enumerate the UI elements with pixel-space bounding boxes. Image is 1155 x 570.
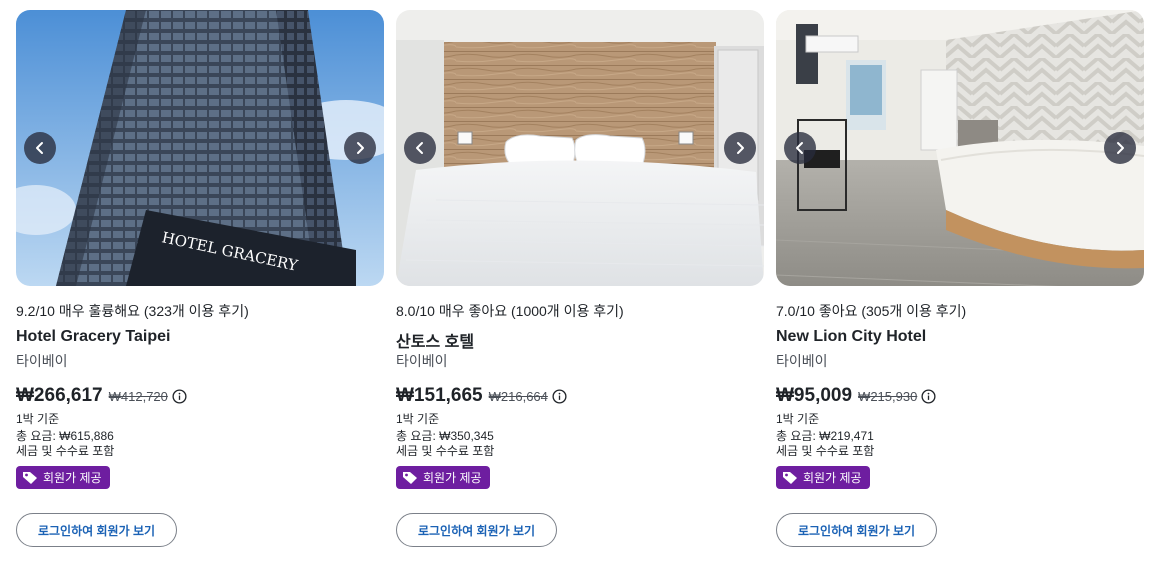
- price-row: ₩151,665 ₩216,664: [396, 385, 567, 407]
- member-price-badge: 회원가 제공: [396, 466, 490, 489]
- review-rating: 9.2/10 매우 훌륭해요 (323개 이용 후기): [16, 303, 249, 319]
- member-price-badge: 회원가 제공: [16, 466, 110, 489]
- hotel-name[interactable]: Hotel Gracery Taipei: [16, 328, 170, 346]
- chevron-right-icon: [357, 142, 364, 154]
- per-night-label: 1박 기준: [16, 412, 60, 426]
- login-for-member-price-button[interactable]: 로그인하여 회원가 보기: [776, 513, 937, 547]
- member-price-badge: 회원가 제공: [776, 466, 870, 489]
- hotel-card[interactable]: 8.0/10 매우 좋아요 (1000개 이용 후기) 산토스 호텔 타이베이 …: [396, 10, 764, 560]
- info-circle-icon[interactable]: [921, 388, 936, 404]
- badge-label: 회원가 제공: [423, 471, 482, 485]
- info-circle-icon[interactable]: [552, 388, 567, 404]
- original-price: ₩412,720: [108, 388, 168, 404]
- original-price: ₩215,930: [858, 388, 918, 404]
- price-row: ₩95,009 ₩215,930: [776, 385, 936, 407]
- hotel-card[interactable]: HOTEL GRACERY 9.2/10 매우 훌륭해요 (323개 이용 후기…: [16, 10, 384, 560]
- hotel-photo: [396, 10, 764, 286]
- previous-photo-button[interactable]: [784, 132, 816, 164]
- badge-label: 회원가 제공: [803, 471, 862, 485]
- next-photo-button[interactable]: [724, 132, 756, 164]
- hotel-photo-carousel[interactable]: [396, 10, 764, 286]
- hotel-photo-carousel[interactable]: [776, 10, 1144, 286]
- chevron-right-icon: [737, 142, 744, 154]
- current-price: ₩95,009: [776, 385, 853, 406]
- tag-icon: [403, 471, 417, 484]
- hotel-city: 타이베이: [396, 353, 448, 369]
- hotel-photo: [776, 10, 1144, 286]
- hotel-name[interactable]: New Lion City Hotel: [776, 328, 926, 346]
- taxes-note: 세금 및 수수료 포함: [16, 444, 115, 458]
- login-for-member-price-button[interactable]: 로그인하여 회원가 보기: [16, 513, 177, 547]
- chevron-right-icon: [1117, 142, 1124, 154]
- taxes-note: 세금 및 수수료 포함: [396, 444, 495, 458]
- taxes-note: 세금 및 수수료 포함: [776, 444, 875, 458]
- tag-icon: [783, 471, 797, 484]
- original-price: ₩216,664: [488, 388, 548, 404]
- hotel-name[interactable]: 산토스 호텔: [396, 328, 474, 352]
- chevron-left-icon: [416, 142, 423, 154]
- hotel-city: 타이베이: [16, 353, 68, 369]
- current-price: ₩266,617: [16, 385, 103, 406]
- previous-photo-button[interactable]: [404, 132, 436, 164]
- per-night-label: 1박 기준: [776, 412, 820, 426]
- next-photo-button[interactable]: [1104, 132, 1136, 164]
- badge-label: 회원가 제공: [43, 471, 102, 485]
- price-row: ₩266,617 ₩412,720: [16, 385, 187, 407]
- next-photo-button[interactable]: [344, 132, 376, 164]
- login-for-member-price-button[interactable]: 로그인하여 회원가 보기: [396, 513, 557, 547]
- hotel-card[interactable]: 7.0/10 좋아요 (305개 이용 후기) New Lion City Ho…: [776, 10, 1144, 560]
- chevron-left-icon: [796, 142, 803, 154]
- info-circle-icon[interactable]: [172, 388, 187, 404]
- chevron-left-icon: [36, 142, 43, 154]
- previous-photo-button[interactable]: [24, 132, 56, 164]
- review-rating: 8.0/10 매우 좋아요 (1000개 이용 후기): [396, 303, 624, 319]
- hotel-city: 타이베이: [776, 353, 828, 369]
- current-price: ₩151,665: [396, 385, 483, 406]
- review-rating: 7.0/10 좋아요 (305개 이용 후기): [776, 303, 967, 319]
- tag-icon: [23, 471, 37, 484]
- hotel-photo-carousel[interactable]: HOTEL GRACERY: [16, 10, 384, 286]
- hotel-photo: HOTEL GRACERY: [16, 10, 384, 286]
- per-night-label: 1박 기준: [396, 412, 440, 426]
